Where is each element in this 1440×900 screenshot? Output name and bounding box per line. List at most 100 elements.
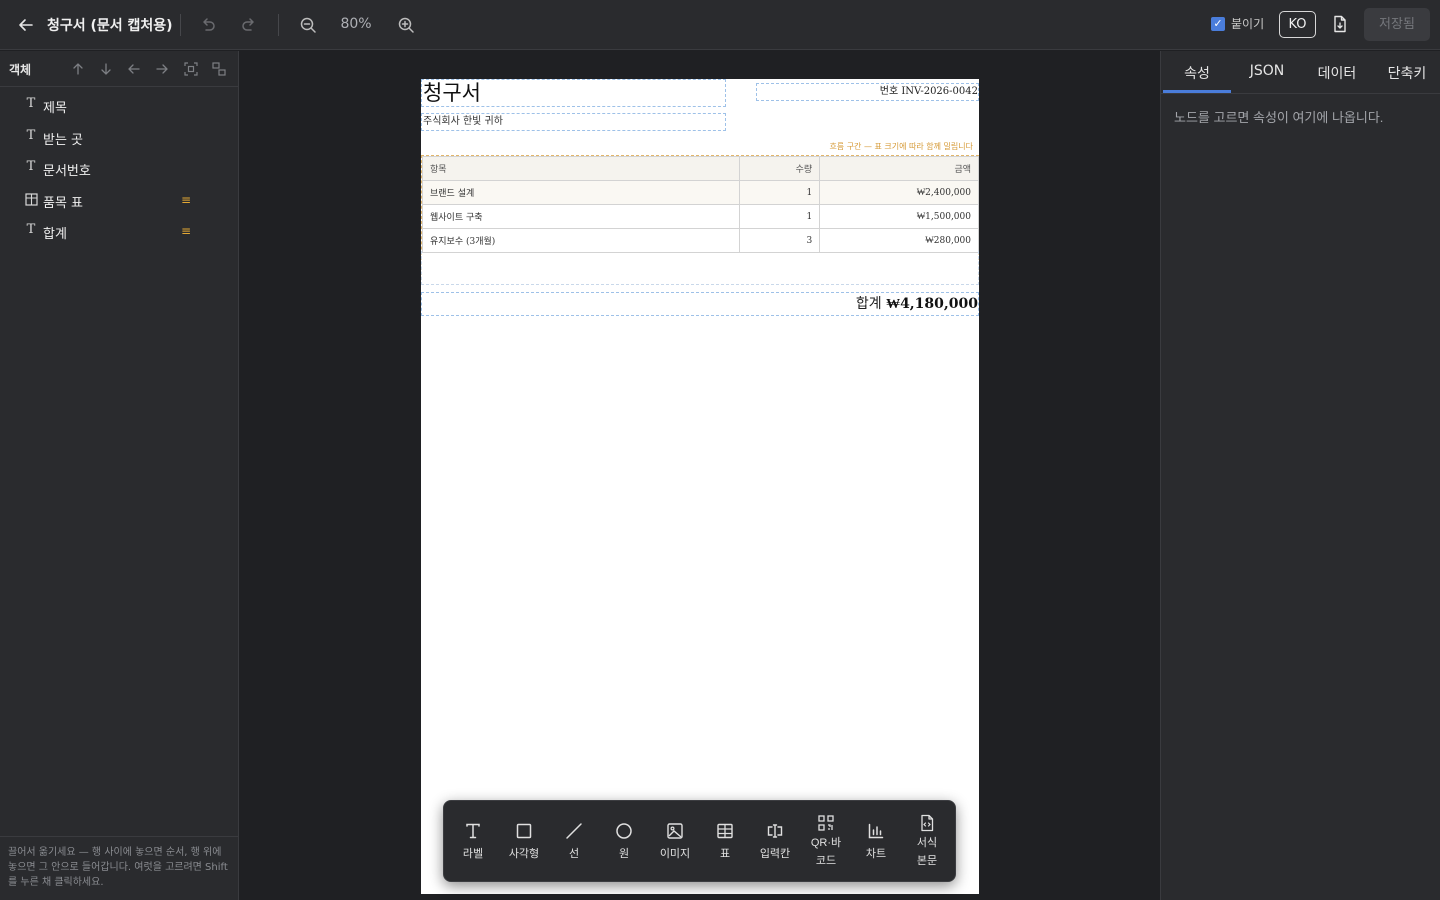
arrow-right-icon[interactable] <box>153 60 171 78</box>
table-icon <box>717 823 733 839</box>
document-page[interactable]: 청구서 번호 INV-2026-0042 주식회사 한빛 귀하 흐름 구간 — … <box>421 79 979 894</box>
arrow-left-icon[interactable] <box>14 13 38 37</box>
table-header-amount: 금액 <box>819 156 979 181</box>
drag-handle-icon[interactable]: ≡ <box>181 193 191 207</box>
tree-item-label: 제목 <box>43 101 67 116</box>
items-table[interactable]: 항목 수량 금액 브랜드 설계 1 ₩2,400,000 웹사이트 구축 1 ₩… <box>421 156 979 253</box>
table-cell[interactable]: 유지보수 (3개월) <box>421 228 741 253</box>
drag-handle-icon[interactable]: ≡ <box>181 224 191 238</box>
text-icon: T <box>26 96 36 111</box>
save-button[interactable]: 저장됨 <box>1364 8 1430 41</box>
invoice-number[interactable]: 번호 INV-2026-0042 <box>756 83 979 101</box>
rectangle-icon <box>516 823 532 839</box>
undo-icon[interactable] <box>196 13 220 37</box>
objects-panel-help: 끌어서 옮기세요 — 행 사이에 놓으면 순서, 행 위에 놓으면 그 안으로 … <box>0 836 238 900</box>
insert-toolbox: 라벨 사각형 선 원 이미지 표 입력칸 QR·바 코드 차트 서식 본문 <box>443 800 956 882</box>
tool-chart[interactable]: 차트 <box>851 801 901 883</box>
tool-label-text: 서식 본문 <box>916 837 938 867</box>
table-cell[interactable]: 웹사이트 구축 <box>421 204 741 229</box>
tab-json[interactable]: JSON <box>1233 63 1301 79</box>
total-label: 합계 <box>855 296 882 312</box>
tool-label-text: 표 <box>719 848 731 860</box>
document-title[interactable]: 청구서 (문서 캡처용) <box>47 15 173 35</box>
flow-zone-note: 흐름 구간 — 표 크기에 따라 함께 밀립니다 <box>829 142 973 151</box>
table-row[interactable]: 브랜드 설계 1 ₩2,400,000 <box>421 180 979 205</box>
tool-image[interactable]: 이미지 <box>650 801 700 883</box>
zoom-level: 80% <box>340 16 372 32</box>
table-cell[interactable]: ₩280,000 <box>819 228 979 253</box>
tool-label-text: 선 <box>568 848 580 860</box>
tool-label-text: 사각형 <box>508 848 540 860</box>
checkbox-checked-icon[interactable]: ✓ <box>1211 16 1225 31</box>
inspector-panel: 속성 JSON 데이터 단축키 노드를 고르면 속성이 여기에 나옵니다. <box>1160 51 1440 900</box>
arrow-left-icon[interactable] <box>125 60 143 78</box>
circle-icon <box>616 823 632 839</box>
tree-item-doc-number[interactable]: T 문서번호 <box>0 154 238 184</box>
objects-panel-header: 객체 <box>0 51 238 87</box>
top-bar: 청구서 (문서 캡처용) 80% ✓ 붙이기 KO 저장됨 <box>0 0 1440 50</box>
table-cell[interactable]: 1 <box>739 180 821 205</box>
export-file-icon[interactable] <box>1330 14 1350 34</box>
select-group-icon[interactable] <box>182 60 200 78</box>
language-button[interactable]: KO <box>1279 11 1316 38</box>
tree-item-total[interactable]: T 합계 ≡ <box>0 217 238 247</box>
tool-circle[interactable]: 원 <box>599 801 649 883</box>
tool-input[interactable]: 입력칸 <box>750 801 800 883</box>
tree-item-label: 품목 표 <box>43 196 84 211</box>
inspector-tabs: 속성 JSON 데이터 단축키 <box>1161 51 1440 94</box>
text-icon: T <box>26 159 36 174</box>
chart-icon <box>868 823 884 839</box>
invoice-recipient[interactable]: 주식회사 한빛 귀하 <box>421 113 726 131</box>
zoom-out-icon[interactable] <box>296 13 320 37</box>
invoice-total[interactable]: 합계 ₩4,180,000 <box>421 292 979 316</box>
tool-qr-barcode[interactable]: QR·바 코드 <box>801 801 851 883</box>
tool-table[interactable]: 표 <box>700 801 750 883</box>
tree-item-title[interactable]: T 제목 <box>0 91 238 121</box>
table-spacer <box>421 251 979 285</box>
divider <box>278 14 279 36</box>
table-cell[interactable]: ₩1,500,000 <box>819 204 979 229</box>
table-cell[interactable]: 3 <box>739 228 821 253</box>
tree-item-recipient[interactable]: T 받는 곳 <box>0 123 238 153</box>
tool-label-text: 이미지 <box>659 848 691 860</box>
qr-code-icon <box>818 815 834 831</box>
tool-label-text: 원 <box>618 848 630 860</box>
tool-rectangle[interactable]: 사각형 <box>499 801 549 883</box>
table-header-item: 항목 <box>421 156 741 181</box>
tool-label-text: 입력칸 <box>759 848 791 860</box>
table-icon <box>24 191 38 210</box>
snap-toggle[interactable]: ✓ 붙이기 <box>1211 15 1264 32</box>
table-cell[interactable]: 브랜드 설계 <box>421 180 741 205</box>
tool-label-text: 차트 <box>865 848 887 860</box>
tool-line[interactable]: 선 <box>549 801 599 883</box>
arrow-down-icon[interactable] <box>97 60 115 78</box>
text-icon <box>466 823 480 839</box>
zoom-in-icon[interactable] <box>394 13 418 37</box>
table-cell[interactable]: 1 <box>739 204 821 229</box>
table-header-row: 항목 수량 금액 <box>421 156 979 181</box>
total-value: ₩4,180,000 <box>886 296 978 312</box>
tree-item-label: 합계 <box>43 227 67 242</box>
redo-icon[interactable] <box>237 13 261 37</box>
canvas-area[interactable]: 청구서 번호 INV-2026-0042 주식회사 한빛 귀하 흐름 구간 — … <box>240 51 1160 900</box>
tree-item-items-table[interactable]: 품목 표 ≡ <box>0 186 238 216</box>
tab-shortcuts[interactable]: 단축키 <box>1373 63 1440 83</box>
table-row[interactable]: 유지보수 (3개월) 3 ₩280,000 <box>421 228 979 253</box>
objects-panel: 객체 T 제목 T 받는 곳 T 문서번호 품목 표 ≡ T 합계 ≡ 끌어서 … <box>0 51 239 900</box>
tool-label[interactable]: 라벨 <box>448 801 498 883</box>
inspector-empty-hint: 노드를 고르면 속성이 여기에 나옵니다. <box>1174 110 1384 125</box>
text-icon: T <box>26 222 36 237</box>
table-cell[interactable]: ₩2,400,000 <box>819 180 979 205</box>
template-icon <box>921 814 934 832</box>
divider <box>180 14 181 36</box>
invoice-title[interactable]: 청구서 <box>421 79 726 107</box>
tab-data[interactable]: 데이터 <box>1303 63 1371 83</box>
tool-template-body[interactable]: 서식 본문 <box>902 801 952 883</box>
tool-label-text: QR·바 코드 <box>810 837 842 867</box>
tree-item-label: 받는 곳 <box>43 133 84 148</box>
arrow-up-icon[interactable] <box>69 60 87 78</box>
ungroup-icon[interactable] <box>210 60 228 78</box>
tab-properties[interactable]: 속성 <box>1163 63 1231 83</box>
line-icon <box>566 823 582 839</box>
table-row[interactable]: 웹사이트 구축 1 ₩1,500,000 <box>421 204 979 229</box>
